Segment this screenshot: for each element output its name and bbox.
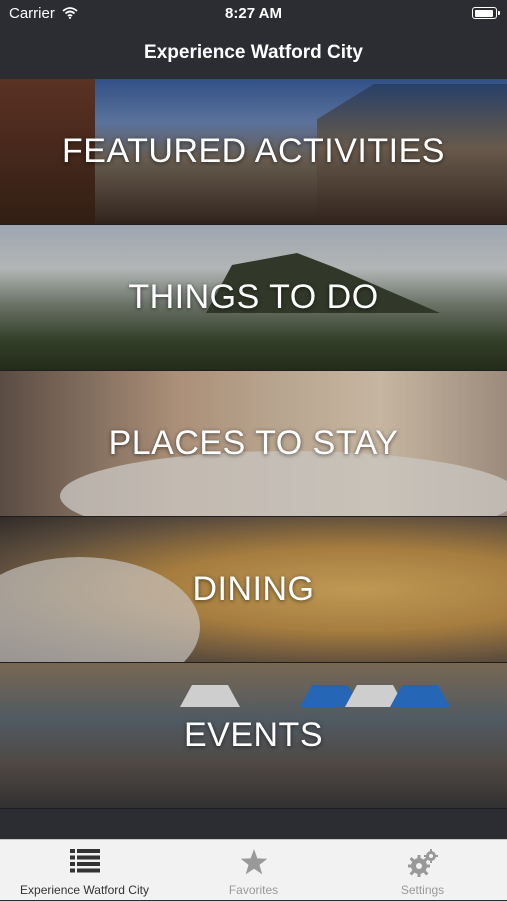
navigation-bar: Experience Watford City bbox=[0, 28, 507, 78]
tile-label: FEATURED ACTIVITIES bbox=[62, 132, 445, 170]
battery-icon bbox=[472, 7, 500, 19]
tab-label: Experience Watford City bbox=[20, 883, 149, 897]
status-bar: Carrier 8:27 AM bbox=[0, 0, 507, 28]
tab-experience-watford-city[interactable]: Experience Watford City bbox=[0, 840, 169, 901]
gears-icon bbox=[407, 849, 439, 884]
tile-label: DINING bbox=[192, 570, 315, 608]
tile-label: PLACES TO STAY bbox=[108, 424, 399, 462]
featured-activities-tile[interactable]: FEATURED ACTIVITIES bbox=[0, 79, 507, 225]
tab-favorites[interactable]: Favorites bbox=[169, 840, 338, 901]
tile-label: THINGS TO DO bbox=[128, 278, 379, 316]
events-tile[interactable]: EVENTS bbox=[0, 663, 507, 809]
tab-bar: Experience Watford City Favorites Settin… bbox=[0, 839, 507, 900]
things-to-do-tile[interactable]: THINGS TO DO bbox=[0, 225, 507, 371]
tile-label: EVENTS bbox=[183, 716, 324, 754]
tab-settings[interactable]: Settings bbox=[338, 840, 507, 901]
tab-label: Favorites bbox=[228, 883, 279, 897]
star-icon bbox=[240, 849, 268, 881]
page-title: Experience Watford City bbox=[144, 42, 363, 63]
list-icon bbox=[69, 849, 100, 878]
clock: 8:27 AM bbox=[225, 5, 282, 22]
dining-tile[interactable]: DINING bbox=[0, 517, 507, 663]
category-menu: FEATURED ACTIVITIES THINGS TO DO PLACES … bbox=[0, 79, 507, 809]
places-to-stay-tile[interactable]: PLACES TO STAY bbox=[0, 371, 507, 517]
tab-label: Settings bbox=[400, 883, 445, 897]
